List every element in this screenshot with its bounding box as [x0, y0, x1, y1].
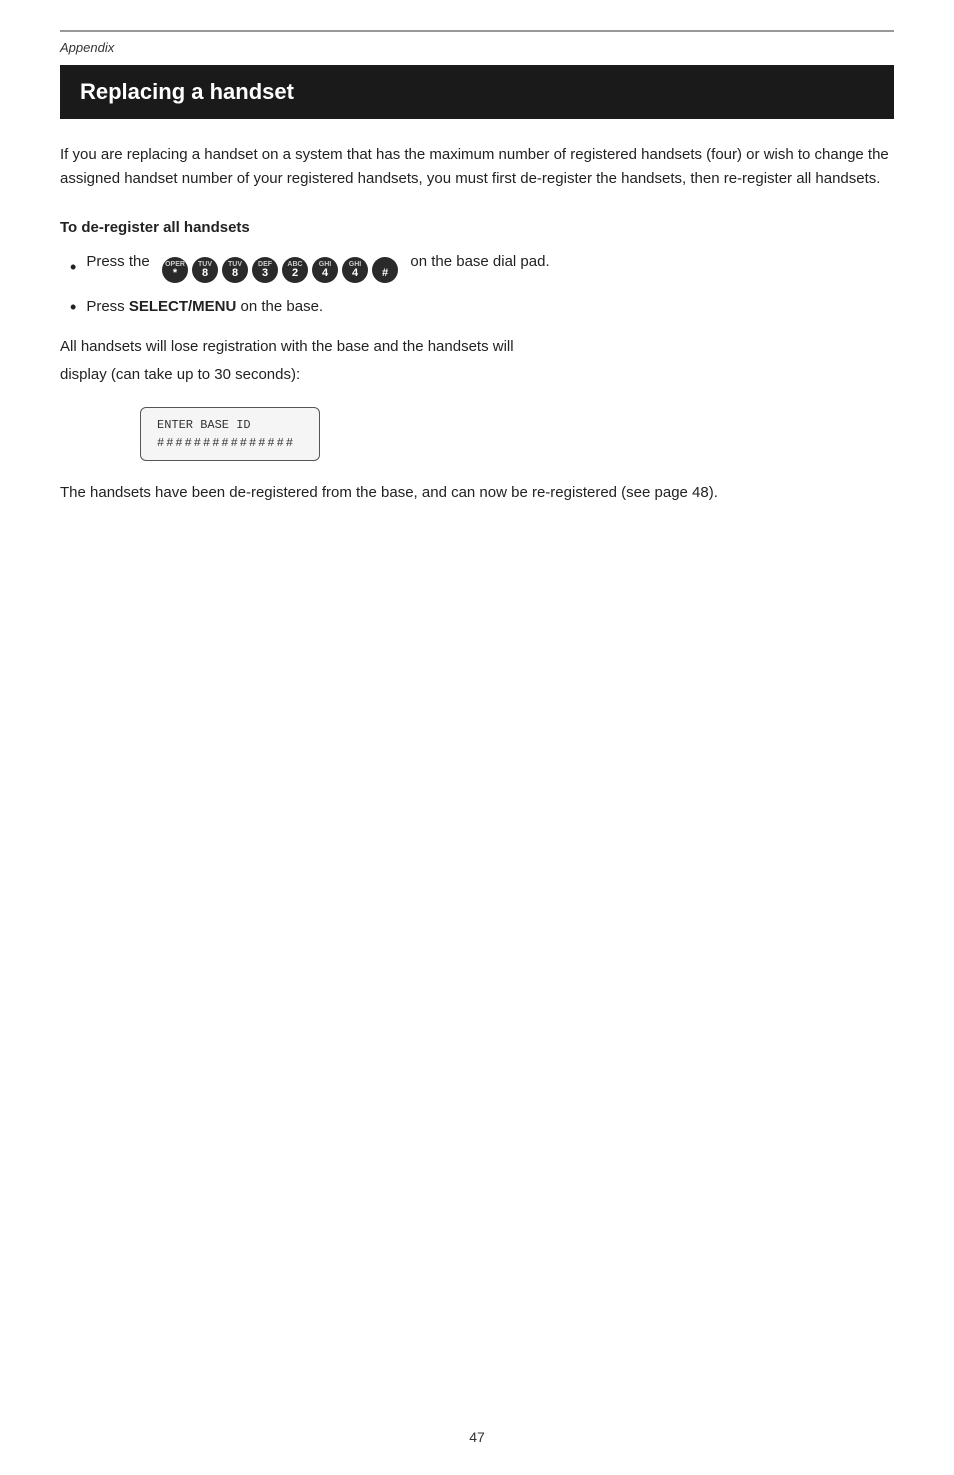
key-4a: GHI 4	[312, 257, 338, 283]
key-star: OPER *	[162, 257, 188, 283]
body-text-1: All handsets will lose registration with…	[60, 335, 894, 359]
bullet2-content: Press SELECT/MENU on the base.	[86, 295, 323, 319]
list-item: • Press SELECT/MENU on the base.	[70, 295, 894, 319]
key-4b: GHI 4	[342, 257, 368, 283]
key-2: ABC 2	[282, 257, 308, 283]
display-line2: ###############	[157, 436, 303, 450]
display-box-container: ENTER BASE ID ###############	[140, 407, 894, 461]
key-8a: TUV 8	[192, 257, 218, 283]
section-header: Replacing a handset	[60, 65, 894, 119]
body-text-2: display (can take up to 30 seconds):	[60, 363, 894, 387]
page: Appendix Replacing a handset If you are …	[0, 0, 954, 1475]
appendix-label: Appendix	[60, 40, 894, 55]
bullet-list: • Press the OPER * TUV 8 TUV 8	[60, 250, 894, 319]
section-title: Replacing a handset	[80, 79, 294, 104]
list-item: • Press the OPER * TUV 8 TUV 8	[70, 250, 894, 283]
key-hash: #	[372, 257, 398, 283]
key-sequence: OPER * TUV 8 TUV 8 DEF 3	[162, 257, 398, 283]
display-box: ENTER BASE ID ###############	[140, 407, 320, 461]
key-8b: TUV 8	[222, 257, 248, 283]
bullet1-content: Press the OPER * TUV 8 TUV 8	[86, 250, 549, 283]
display-line1: ENTER BASE ID	[157, 418, 303, 432]
bullet-dot-1: •	[70, 258, 76, 276]
page-number: 47	[469, 1429, 485, 1445]
key-3: DEF 3	[252, 257, 278, 283]
footer-text: The handsets have been de-registered fro…	[60, 481, 894, 505]
bullet-dot-2: •	[70, 298, 76, 316]
sub-heading: To de-register all handsets	[60, 219, 894, 236]
select-menu-label: SELECT/MENU	[129, 298, 237, 315]
intro-text: If you are replacing a handset on a syst…	[60, 143, 894, 191]
top-border	[60, 30, 894, 32]
